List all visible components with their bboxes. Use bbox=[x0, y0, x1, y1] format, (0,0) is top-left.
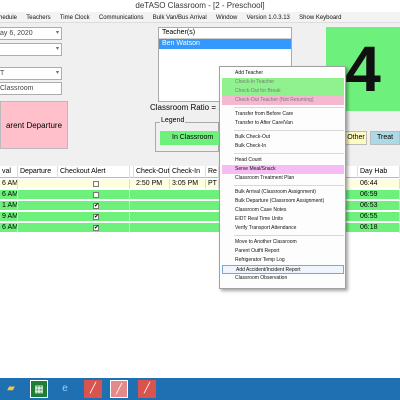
menu-separator bbox=[234, 185, 344, 186]
context-menu: Add Teacher Check-In Teacher Check-Out f… bbox=[219, 66, 346, 289]
menu-schedule[interactable]: Schedule bbox=[0, 13, 17, 22]
menu-item-bulk-check-out[interactable]: Bulk Check-Out bbox=[222, 133, 344, 142]
col-blank-2[interactable] bbox=[346, 166, 358, 178]
col-check-in[interactable]: Check-In bbox=[170, 166, 206, 178]
app-icon-2[interactable]: ╱ bbox=[138, 380, 156, 398]
cell-checkout-alert bbox=[58, 179, 130, 189]
ie-icon[interactable]: e bbox=[56, 380, 74, 398]
menu-item-check-in-teacher[interactable]: Check-In Teacher bbox=[222, 78, 344, 87]
col-departure[interactable]: Departure bbox=[18, 166, 58, 178]
taskbar: ▰ ▦ e ╱ ╱ ╱ bbox=[0, 378, 400, 400]
menu-item-classroom-observation[interactable]: Classroom Observation bbox=[222, 274, 344, 283]
menu-item-accident-report[interactable]: Add Accident/Incident Report bbox=[222, 265, 344, 274]
menu-item-treatment-plan[interactable]: Classroom Treatment Plan bbox=[222, 174, 344, 183]
app-icon[interactable]: ╱ bbox=[84, 380, 102, 398]
cell-checkout-alert bbox=[58, 190, 130, 200]
menu-item-eidt-units[interactable]: EIDT Real Time Units bbox=[222, 215, 344, 224]
dropdown-t[interactable]: T ▾ bbox=[0, 67, 62, 80]
menu-item-verify-transport[interactable]: Verify Transport Attendance bbox=[222, 224, 344, 233]
app-active-icon[interactable]: ╱ bbox=[110, 380, 128, 398]
cell-day-hab: 06:53 bbox=[358, 201, 400, 211]
cell-checkout-alert: ✔ bbox=[58, 223, 130, 233]
parent-departure-button[interactable]: arent Departure bbox=[0, 101, 68, 149]
checkout-alert-checkbox[interactable]: ✔ bbox=[93, 214, 99, 220]
cell-day-hab: 06:44 bbox=[358, 179, 400, 189]
menu-item-transfer-before-care[interactable]: Transfer from Before Care bbox=[222, 110, 344, 119]
menu-bar: Schedule Teachers Time Clock Communicati… bbox=[0, 12, 400, 23]
menu-item-parent-outfit-report[interactable]: Parent Outfit Report bbox=[222, 247, 344, 256]
menu-item-check-out-break[interactable]: Check-Out for Break bbox=[222, 87, 344, 96]
checkout-alert-checkbox[interactable]: ✔ bbox=[93, 203, 99, 209]
cell-check-in: 3:05 PM bbox=[170, 179, 206, 189]
classroom-field[interactable]: Classroom bbox=[0, 82, 62, 95]
cell-day-hab: 06:59 bbox=[358, 190, 400, 200]
menu-separator bbox=[234, 153, 344, 154]
cell-arrival: 1 AM bbox=[2, 201, 18, 211]
menu-time-clock[interactable]: Time Clock bbox=[60, 13, 90, 22]
menu-item-transfer-after-care[interactable]: Transfer to After Care/Van bbox=[222, 119, 344, 128]
folder-icon[interactable]: ▰ bbox=[2, 380, 20, 398]
menu-item-check-out-teacher[interactable]: Check-Out Teacher (Not Returning) bbox=[222, 96, 344, 105]
cell-day-hab: 06:18 bbox=[358, 223, 400, 233]
classroom-ratio: Classroom Ratio = 1 bbox=[150, 103, 223, 112]
cell-checkout-alert: ✔ bbox=[58, 212, 130, 222]
window-title: deTASO Classroom - [2 - Preschool] bbox=[0, 0, 400, 12]
cell-arrival: 6 AM bbox=[2, 190, 18, 200]
col-day-hab[interactable]: Day Hab bbox=[358, 166, 400, 178]
chevron-down-icon: ▾ bbox=[55, 30, 59, 36]
date-value: ay 6, 2020 bbox=[0, 30, 33, 37]
dropdown-t-value: T bbox=[0, 70, 5, 77]
col-re[interactable]: Re bbox=[206, 166, 219, 178]
cell-checkout-alert: ✔ bbox=[58, 201, 130, 211]
menu-item-head-count[interactable]: Head Count bbox=[222, 156, 344, 165]
col-checkout-alert[interactable]: Checkout Alert bbox=[58, 166, 130, 178]
legend-other: Other bbox=[345, 131, 367, 145]
menu-item-bulk-check-in[interactable]: Bulk Check-In bbox=[222, 142, 344, 151]
cell-re: PT bbox=[206, 179, 219, 189]
cell-day-hab: 06:55 bbox=[358, 212, 400, 222]
menu-show-keyboard[interactable]: Show Keyboard bbox=[299, 13, 341, 22]
chevron-down-icon: ▾ bbox=[55, 70, 59, 76]
menu-version[interactable]: Version 1.0.3.13 bbox=[247, 13, 290, 22]
menu-item-add-teacher[interactable]: Add Teacher bbox=[222, 69, 344, 78]
menu-item-refrigerator-temp-log[interactable]: Refrigerator Temp Log bbox=[222, 256, 344, 265]
legend-box: Legend In Classroom bbox=[155, 117, 220, 152]
menu-item-case-notes[interactable]: Classroom Case Notes bbox=[222, 206, 344, 215]
col-check-out[interactable]: Check-Out bbox=[134, 166, 170, 178]
checkout-alert-checkbox[interactable] bbox=[93, 181, 99, 187]
menu-window[interactable]: Window bbox=[216, 13, 237, 22]
menu-communications[interactable]: Communications bbox=[99, 13, 144, 22]
legend-treat: Treat bbox=[370, 131, 400, 145]
classroom-value: Classroom bbox=[0, 85, 34, 92]
checkout-alert-checkbox[interactable]: ✔ bbox=[93, 225, 99, 231]
app-window: deTASO Classroom - [2 - Preschool] Sched… bbox=[0, 0, 400, 378]
cell-arrival: 6 AM bbox=[2, 223, 18, 233]
dropdown-1[interactable]: ▾ bbox=[0, 43, 62, 56]
chevron-down-icon: ▾ bbox=[55, 46, 59, 52]
menu-item-bulk-departure[interactable]: Bulk Departure (Classroom Assignment) bbox=[222, 197, 344, 206]
menu-teachers[interactable]: Teachers bbox=[26, 13, 50, 22]
cell-check-out: 2:50 PM bbox=[134, 179, 170, 189]
menu-item-move-classroom[interactable]: Move to Another Classroom bbox=[222, 238, 344, 247]
legend-title: Legend bbox=[160, 117, 186, 124]
col-arrival[interactable]: val bbox=[0, 166, 18, 178]
excel-icon[interactable]: ▦ bbox=[30, 380, 48, 398]
teacher-item-selected[interactable]: Ben Watson bbox=[159, 39, 291, 49]
checkout-alert-checkbox[interactable] bbox=[93, 192, 99, 198]
menu-separator bbox=[234, 130, 344, 131]
menu-item-bulk-arrival[interactable]: Bulk Arrival (Classroom Assignment) bbox=[222, 188, 344, 197]
menu-separator bbox=[234, 235, 344, 236]
teachers-header: Teacher(s) bbox=[159, 28, 291, 39]
menu-separator bbox=[234, 107, 344, 108]
cell-arrival: 6 AM bbox=[2, 179, 18, 189]
cell-arrival: 9 AM bbox=[2, 212, 18, 222]
menu-item-serve-meal[interactable]: Serve Meal/Snack bbox=[222, 165, 344, 174]
menu-bulk-van-bus-arrival[interactable]: Bulk Van/Bus Arrival bbox=[153, 13, 207, 22]
date-picker[interactable]: ay 6, 2020 ▾ bbox=[0, 27, 62, 40]
legend-in-classroom: In Classroom bbox=[160, 131, 220, 145]
